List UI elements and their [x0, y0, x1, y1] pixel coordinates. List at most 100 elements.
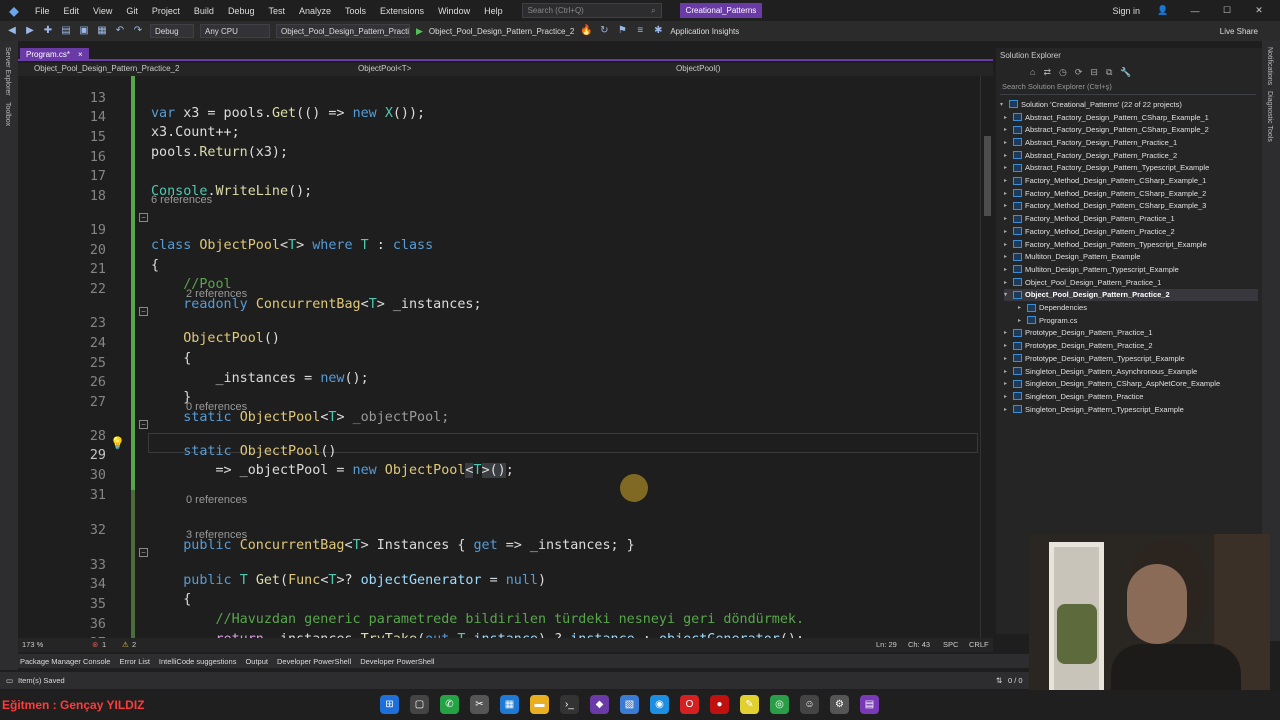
github-icon[interactable]: ☺ [800, 695, 819, 714]
platform-combo[interactable]: Any CPU [200, 24, 270, 38]
expand-arrow-icon[interactable]: ▸ [1004, 393, 1010, 400]
git-icon[interactable]: ⇅ [996, 676, 1002, 685]
search-input[interactable]: Search (Ctrl+Q) ⌕ [521, 3, 662, 18]
expand-arrow-icon[interactable]: ▸ [1004, 406, 1010, 413]
run-target-button[interactable]: Object_Pool_Design_Pattern_Practice_2 [429, 27, 574, 36]
warning-count-icon[interactable]: ⚠ [122, 640, 129, 649]
file-explorer-icon[interactable]: ▬ [530, 695, 549, 714]
project-item[interactable]: ▾ Object_Pool_Design_Pattern_Practice_2 [1004, 288, 1258, 301]
expand-arrow-icon[interactable]: ▸ [1004, 253, 1010, 260]
codelens-references[interactable]: 6 references [151, 194, 212, 206]
editor-vertical-scrollbar[interactable] [980, 76, 993, 638]
minimize-button[interactable]: — [1186, 6, 1204, 16]
menu-edit[interactable]: Edit [57, 6, 87, 16]
codelens-references[interactable]: 2 references [186, 288, 247, 300]
tab-intellicode-suggestions[interactable]: IntelliCode suggestions [159, 657, 237, 666]
project-item[interactable]: ▸ Singleton_Design_Pattern_Typescript_Exa… [1004, 403, 1258, 415]
solution-child-item[interactable]: ▸ Dependencies [1018, 302, 1258, 314]
start-icon[interactable]: ⊞ [380, 695, 399, 714]
sign-in-link[interactable]: Sign in [1112, 6, 1140, 16]
expand-arrow-icon[interactable]: ▸ [1004, 228, 1010, 235]
account-icon[interactable]: 👤 [1154, 5, 1172, 16]
tab-developer-powershell-2[interactable]: Developer PowerShell [360, 657, 434, 666]
snipping-icon[interactable]: ✂ [470, 695, 489, 714]
menu-analyze[interactable]: Analyze [292, 6, 338, 16]
error-count[interactable]: 1 [102, 640, 106, 649]
server-explorer-tab[interactable]: Server Explorer [4, 47, 11, 96]
project-item[interactable]: ▸ Factory_Method_Design_Pattern_Typescrip… [1004, 238, 1258, 250]
sticky-notes-icon[interactable]: ✎ [740, 695, 759, 714]
project-item[interactable]: ▸ Factory_Method_Design_Pattern_Practice_… [1004, 225, 1258, 237]
codelens-references[interactable]: 0 references [186, 494, 247, 506]
open-folder-icon[interactable]: ▤ [60, 25, 72, 37]
project-item[interactable]: ▸ Abstract_Factory_Design_Pattern_Practic… [1004, 149, 1258, 161]
settings-icon[interactable]: ⚙ [830, 695, 849, 714]
notifications-tab[interactable]: Notifications [1266, 47, 1273, 85]
recorder-icon[interactable]: ● [710, 695, 729, 714]
project-item[interactable]: ▸ Abstract_Factory_Design_Pattern_Typescr… [1004, 162, 1258, 174]
project-item[interactable]: ▸ Multiton_Design_Pattern_Example [1004, 251, 1258, 263]
project-item[interactable]: ▸ Multiton_Design_Pattern_Typescript_Exam… [1004, 263, 1258, 275]
sync-icon[interactable]: ⟳ [1075, 67, 1083, 78]
task-view-icon[interactable]: ▢ [410, 695, 429, 714]
nav-project-dropdown[interactable]: Object_Pool_Design_Pattern_Practice_2 [34, 64, 179, 73]
collapse-all-icon[interactable]: ⊟ [1090, 67, 1098, 78]
solution-child-item[interactable]: ▸ Program.cs [1018, 314, 1258, 326]
project-item[interactable]: ▸ Singleton_Design_Pattern_CSharp_AspNetC… [1004, 378, 1258, 390]
expand-arrow-icon[interactable]: ▸ [1004, 266, 1010, 273]
expand-arrow-icon[interactable]: ▸ [1004, 164, 1010, 171]
whatsapp-icon[interactable]: ✆ [440, 695, 459, 714]
expand-arrow-icon[interactable]: ▸ [1004, 241, 1010, 248]
project-item[interactable]: ▸ Factory_Method_Design_Pattern_Practice_… [1004, 213, 1258, 225]
project-item[interactable]: ▸ Singleton_Design_Pattern_Practice [1004, 390, 1258, 402]
new-item-icon[interactable]: ✚ [42, 25, 54, 37]
project-item[interactable]: ▸ Factory_Method_Design_Pattern_CSharp_Ex… [1004, 187, 1258, 199]
run-icon[interactable]: ▶ [416, 26, 423, 37]
close-tab-icon[interactable]: × [78, 50, 83, 59]
visual-studio-logo-icon[interactable]: ◆ [0, 0, 28, 21]
edge-icon[interactable]: ◉ [650, 695, 669, 714]
chrome-icon[interactable]: ◎ [770, 695, 789, 714]
solution-root-node[interactable]: ▾ Solution 'Creational_Patterns' (22 of … [1000, 98, 1182, 110]
nav-member-dropdown[interactable]: ObjectPool() [676, 64, 720, 73]
expand-arrow-icon[interactable]: ▸ [1004, 342, 1010, 349]
terminal-icon[interactable]: ›_ [560, 695, 579, 714]
zoom-level[interactable]: 173 % [22, 640, 43, 649]
save-all-icon[interactable]: ▦ [96, 25, 108, 37]
error-count-icon[interactable]: ⊗ [92, 640, 98, 649]
expand-arrow-icon[interactable]: ▸ [1004, 215, 1010, 222]
home-icon[interactable]: ⌂ [1030, 67, 1035, 77]
live-share-button[interactable]: Live Share [1220, 27, 1258, 36]
forward-icon[interactable]: ▶ [24, 25, 36, 37]
pending-changes-icon[interactable]: ◷ [1059, 67, 1067, 78]
menu-debug[interactable]: Debug [221, 6, 262, 16]
expand-arrow-icon[interactable]: ▸ [1004, 152, 1010, 159]
warning-count[interactable]: 2 [132, 640, 136, 649]
app-insights-button[interactable]: Application Insights [670, 27, 739, 36]
code-editor[interactable]: 13 var x3 = pools.Get(() => new X()); 14… [18, 76, 993, 638]
tab-program-cs[interactable]: Program.cs* × [20, 48, 89, 60]
expand-arrow-icon[interactable]: ▸ [1004, 190, 1010, 197]
hot-reload-icon[interactable]: 🔥 [580, 25, 592, 37]
startup-project-combo[interactable]: Object_Pool_Design_Pattern_Practi [276, 24, 410, 38]
project-item[interactable]: ▸ Abstract_Factory_Design_Pattern_Practic… [1004, 136, 1258, 148]
ssms-icon[interactable]: ▧ [620, 695, 639, 714]
git-changes[interactable]: 0 / 0 [1008, 676, 1023, 685]
codelens-references[interactable]: 0 references [186, 401, 247, 413]
expand-arrow-icon[interactable]: ▸ [1004, 329, 1010, 336]
scrollbar-thumb[interactable] [984, 136, 991, 216]
expand-arrow-icon[interactable]: ▸ [1004, 380, 1010, 387]
project-item[interactable]: ▸ Singleton_Design_Pattern_Asynchronous_E… [1004, 365, 1258, 377]
project-item[interactable]: ▸ Factory_Method_Design_Pattern_CSharp_Ex… [1004, 175, 1258, 187]
expand-arrow-icon[interactable]: ▸ [1004, 126, 1010, 133]
project-item[interactable]: ▸ Abstract_Factory_Design_Pattern_CSharp_… [1004, 124, 1258, 136]
project-item[interactable]: ▸ Abstract_Factory_Design_Pattern_CSharp_… [1004, 111, 1258, 123]
redo-icon[interactable]: ↷ [132, 25, 144, 37]
store-icon[interactable]: ▦ [500, 695, 519, 714]
diagnostic-tools-tab[interactable]: Diagnostic Tools [1266, 91, 1273, 142]
tab-developer-powershell[interactable]: Developer PowerShell [277, 657, 351, 666]
close-window-button[interactable]: ✕ [1250, 5, 1268, 16]
properties-icon[interactable]: 🔧 [1120, 67, 1131, 78]
project-item[interactable]: ▸ Prototype_Design_Pattern_Practice_1 [1004, 327, 1258, 339]
expand-arrow-icon[interactable]: ▸ [1004, 202, 1010, 209]
